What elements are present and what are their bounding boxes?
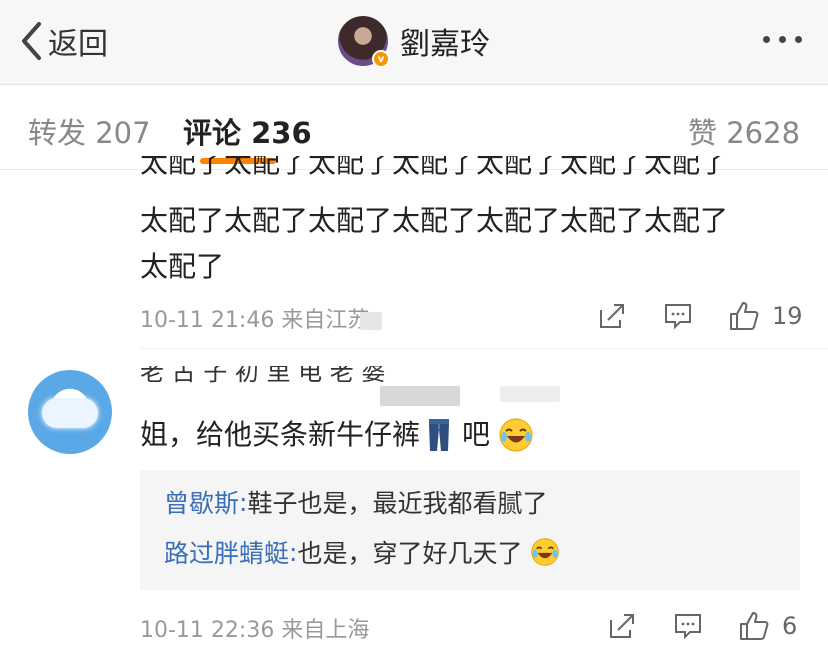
avatar[interactable]: v [338,16,390,68]
reply-item: 路过胖蜻蜓 : 也是，穿了好几天了 [164,534,560,570]
comment-actions: 6 [602,606,797,646]
back-button[interactable]: 返回 [20,18,108,64]
avatar[interactable] [28,370,112,454]
jeans-emoji-icon [429,419,450,451]
like-icon[interactable] [734,606,774,646]
reply-item: 曾歇斯 : 鞋子也是，最近我都看腻了 [164,484,547,520]
tab-comments[interactable]: 评论 236 [183,110,312,152]
comment-text-tail: 吧 [462,418,491,451]
blur-mask [500,386,560,402]
verified-badge-icon: v [372,50,390,68]
profile-title[interactable]: v 劉嘉玲 [338,14,490,68]
comment-meta: 10-11 22:36 来自上海 [140,618,370,643]
comment-text-line: 太配了太配了太配了太配了太配了太配了太配了 [140,156,729,179]
comment-actions: 19 [592,296,803,336]
comment-meta: 10-11 21:46 来自江苏 [140,308,370,333]
like-count: 6 [782,612,798,640]
comment-text-line: 太配了太配了太配了太配了太配了太配了太配了 [140,204,729,237]
user-name: 劉嘉玲 [400,27,490,62]
blur-mask [380,386,460,406]
more-dots-icon[interactable] [763,36,802,43]
divider [140,348,828,349]
reply-text: 也是，穿了好几天了 [297,539,523,568]
reply-text: 鞋子也是，最近我都看腻了 [247,489,548,518]
comment-text: 姐，给他买条新牛仔裤 吧 [140,412,534,458]
top-nav-bar: 返回 v 劉嘉玲 [0,0,828,85]
blur-mask [360,312,382,330]
comment-text-main: 姐，给他买条新牛仔裤 [140,418,421,451]
back-chevron-icon [22,22,41,60]
reply-author[interactable]: 路过胖蜻蜓 [164,534,289,570]
back-label: 返回 [48,27,108,62]
tab-reposts[interactable]: 转发 207 [28,110,151,152]
share-icon[interactable] [602,606,642,646]
comment-text-line: 太配了 [140,250,225,283]
comment-icon[interactable] [668,606,708,646]
like-icon[interactable] [724,296,764,336]
like-count: 19 [772,302,803,330]
laugh-cry-emoji-icon [499,418,533,452]
laugh-cry-emoji-icon [531,538,560,566]
tab-likes[interactable]: 赞 2628 [688,110,800,152]
reply-box[interactable]: 曾歇斯 : 鞋子也是，最近我都看腻了 路过胖蜻蜓 : 也是，穿了好几天了 [140,470,800,590]
comment-icon[interactable] [658,296,698,336]
share-icon[interactable] [592,296,632,336]
reply-author[interactable]: 曾歇斯 [164,484,239,520]
